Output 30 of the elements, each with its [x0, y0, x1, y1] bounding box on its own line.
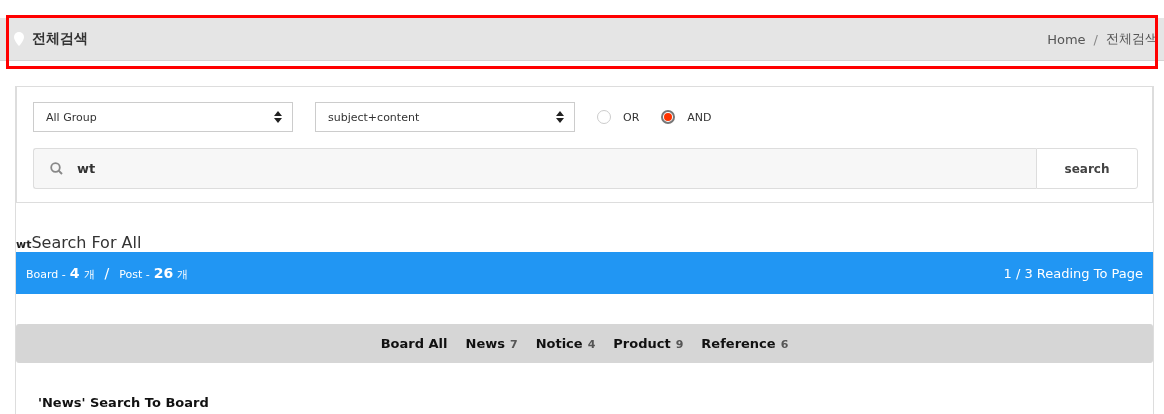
radio-option[interactable]: OR: [597, 110, 640, 124]
count-unit: 개: [83, 266, 95, 282]
search-button[interactable]: search: [1036, 148, 1138, 189]
board-tab[interactable]: News 7: [465, 336, 518, 351]
board-label: Board -: [26, 267, 66, 281]
board-tab[interactable]: Board All: [380, 336, 448, 351]
location-pin-icon: [14, 32, 24, 46]
breadcrumb-link[interactable]: Home: [1047, 31, 1086, 47]
board-tab[interactable]: Notice 4: [535, 336, 596, 351]
search-field[interactable]: wt: [33, 148, 1036, 189]
sort-arrows-icon: [556, 111, 564, 123]
board-tab[interactable]: Reference 6: [701, 336, 789, 351]
search-keyword: wt: [16, 238, 32, 251]
section-title: 'News' Search To Board: [38, 395, 210, 410]
board-count: 4: [69, 264, 80, 281]
post-label: Post -: [119, 267, 150, 281]
search-input[interactable]: wt: [75, 160, 979, 177]
count-unit: 개: [177, 266, 189, 282]
results-title: Search For All: [31, 233, 142, 252]
field-select[interactable]: subject+content: [315, 102, 575, 132]
radio-option[interactable]: AND: [661, 110, 712, 124]
page-indicator: 1 / 3 Reading To Page: [1003, 265, 1143, 281]
search-icon: [50, 162, 63, 175]
group-select[interactable]: All Group: [33, 102, 293, 132]
breadcrumb-separator: /: [1093, 31, 1098, 47]
page-title: 전체검색: [32, 30, 88, 48]
sort-arrows-icon: [274, 111, 282, 123]
summary-separator: /: [104, 264, 110, 281]
post-count: 26: [153, 264, 174, 281]
board-tab[interactable]: Product 9: [613, 336, 684, 351]
